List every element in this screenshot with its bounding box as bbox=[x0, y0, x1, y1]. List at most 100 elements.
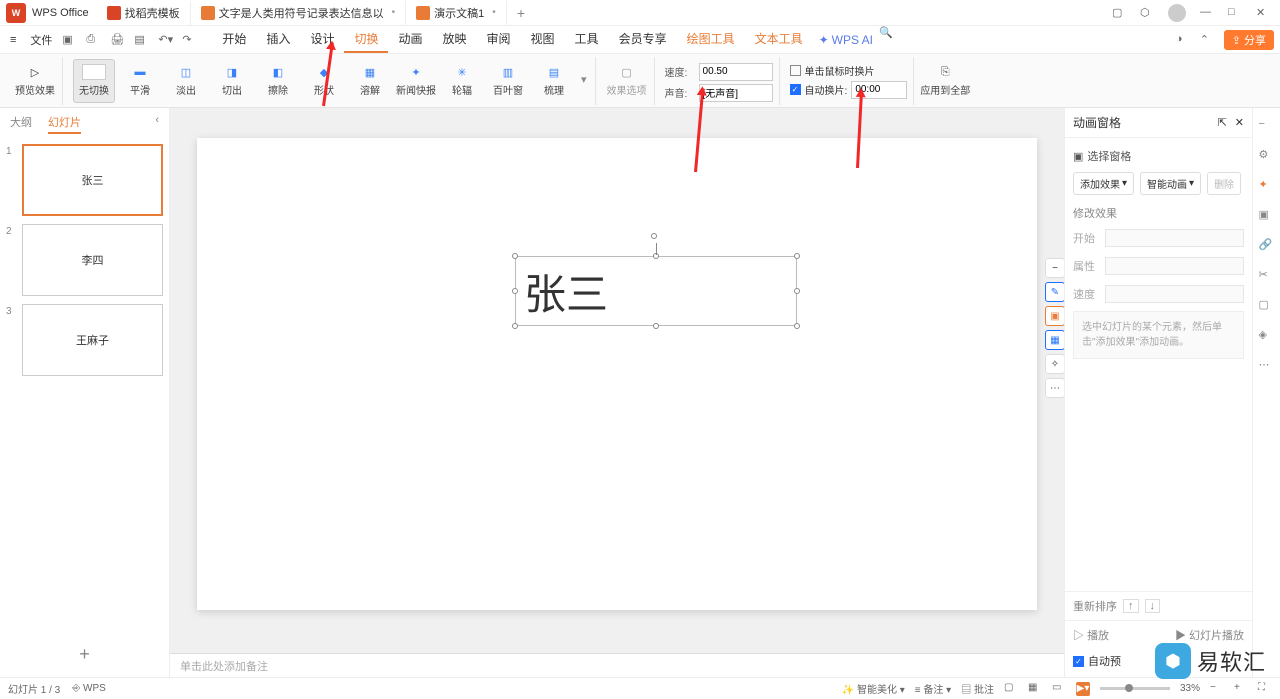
add-slide-button[interactable]: + bbox=[0, 632, 169, 677]
strip-template-icon[interactable]: ◈ bbox=[1259, 328, 1275, 344]
transition-blinds[interactable]: ▥百叶窗 bbox=[487, 59, 529, 103]
resize-handle[interactable] bbox=[653, 323, 659, 329]
resize-handle[interactable] bbox=[794, 253, 800, 259]
tool-magic-icon[interactable]: ✧ bbox=[1045, 354, 1064, 374]
cube-icon[interactable]: ⬡ bbox=[1140, 6, 1154, 20]
strip-link-icon[interactable]: 🔗 bbox=[1259, 238, 1275, 254]
theme-icon[interactable]: ◑ bbox=[1176, 33, 1190, 47]
pin-icon[interactable]: ⇱ bbox=[1218, 116, 1227, 129]
menu-view[interactable]: 视图 bbox=[521, 26, 565, 53]
thumb-slide[interactable]: 王麻子 bbox=[22, 304, 163, 376]
slideshow-button[interactable]: ▶ 幻灯片播放 bbox=[1175, 627, 1244, 643]
collapse-ribbon-icon[interactable]: ⌃ bbox=[1200, 33, 1214, 47]
close-pane-icon[interactable]: ✕ bbox=[1235, 116, 1244, 129]
tab-document-1[interactable]: 文字是人类用符号记录表达信息以 • bbox=[191, 1, 407, 25]
export-icon[interactable]: ⎙ bbox=[86, 33, 100, 47]
rotate-handle[interactable] bbox=[651, 233, 657, 239]
hamburger-icon[interactable]: ≡ bbox=[6, 34, 20, 46]
apply-to-all-button[interactable]: ⎘应用到全部 bbox=[924, 59, 966, 103]
strip-minus-icon[interactable]: − bbox=[1259, 118, 1275, 134]
prop-start-select[interactable] bbox=[1105, 229, 1244, 247]
strip-settings-icon[interactable]: ⚙ bbox=[1259, 148, 1275, 164]
menu-start[interactable]: 开始 bbox=[212, 26, 256, 53]
add-effect-button[interactable]: 添加效果 ▾ bbox=[1073, 172, 1134, 195]
close-icon[interactable]: ✕ bbox=[1256, 6, 1270, 20]
resize-handle[interactable] bbox=[794, 288, 800, 294]
slide-thumb-3[interactable]: 3 王麻子 bbox=[6, 304, 163, 376]
speed-input[interactable] bbox=[699, 63, 773, 81]
transition-none[interactable]: 无切换 bbox=[73, 59, 115, 103]
strip-slide-icon[interactable]: ▢ bbox=[1259, 298, 1275, 314]
selection-pane-link[interactable]: ▣ 选择窗格 bbox=[1073, 146, 1244, 166]
menu-member[interactable]: 会员专享 bbox=[609, 26, 677, 53]
user-avatar[interactable] bbox=[1168, 4, 1186, 22]
textbox-text[interactable]: 张三 bbox=[516, 257, 796, 326]
transition-more-icon[interactable]: ▾ bbox=[579, 59, 589, 86]
maximize-icon[interactable]: □ bbox=[1228, 6, 1242, 20]
thumb-slide[interactable]: 张三 bbox=[22, 144, 163, 216]
tab-document-2[interactable]: 演示文稿1 • bbox=[406, 1, 507, 25]
slides-tab[interactable]: 幻灯片 bbox=[48, 114, 81, 134]
view-reading-icon[interactable]: ▭ bbox=[1052, 682, 1066, 696]
slide-thumb-2[interactable]: 2 李四 bbox=[6, 224, 163, 296]
print-icon[interactable]: 🖨 bbox=[110, 33, 124, 47]
notes-pane[interactable]: 单击此处添加备注 bbox=[170, 653, 1064, 677]
prop-speed-select[interactable] bbox=[1105, 285, 1244, 303]
effect-options-button[interactable]: ▢效果选项 bbox=[606, 59, 648, 103]
zoom-plus-icon[interactable]: + bbox=[1234, 682, 1248, 696]
smart-anim-button[interactable]: 智能动画 ▾ bbox=[1140, 172, 1201, 195]
title-textbox[interactable]: 张三 bbox=[515, 256, 797, 326]
transition-morph[interactable]: ▬平滑 bbox=[119, 59, 161, 103]
share-button[interactable]: ⇪ 分享 bbox=[1224, 30, 1274, 50]
tool-pen-icon[interactable]: ✎ bbox=[1045, 282, 1064, 302]
menu-draw-tools[interactable]: 绘图工具 bbox=[677, 26, 745, 53]
menu-text-tools[interactable]: 文本工具 bbox=[745, 26, 813, 53]
menu-slideshow[interactable]: 放映 bbox=[433, 26, 477, 53]
file-menu[interactable]: 文件 bbox=[30, 32, 52, 48]
autopreview-checkbox[interactable]: ✓ bbox=[1073, 656, 1084, 667]
transition-dissolve[interactable]: ▦溶解 bbox=[349, 59, 391, 103]
add-tab-button[interactable]: + bbox=[507, 5, 535, 21]
view-normal-icon[interactable]: ▢ bbox=[1004, 682, 1018, 696]
tool-more-icon[interactable]: ⋯ bbox=[1045, 378, 1064, 398]
resize-handle[interactable] bbox=[512, 288, 518, 294]
menu-insert[interactable]: 插入 bbox=[256, 26, 300, 53]
slide-thumb-1[interactable]: 1 张三 bbox=[6, 144, 163, 216]
thumb-slide[interactable]: 李四 bbox=[22, 224, 163, 296]
view-sorter-icon[interactable]: ▦ bbox=[1028, 682, 1042, 696]
tab-templates[interactable]: 找稻壳模板 bbox=[97, 1, 191, 25]
tool-paint-icon[interactable]: ▣ bbox=[1045, 306, 1064, 326]
fit-icon[interactable]: ⛶ bbox=[1258, 682, 1272, 696]
transition-wipe[interactable]: ◧擦除 bbox=[257, 59, 299, 103]
beautify-button[interactable]: ✨ 智能美化 ▾ bbox=[842, 681, 905, 696]
outline-tab[interactable]: 大纲 bbox=[10, 114, 32, 134]
view-slideshow-icon[interactable]: ▶▾ bbox=[1076, 682, 1090, 696]
strip-layers-icon[interactable]: ▣ bbox=[1259, 208, 1275, 224]
slide-canvas[interactable]: 张三 − ✎ ▣ ▦ ✧ ⋯ bbox=[197, 138, 1037, 610]
canvas-scroll[interactable]: 张三 − ✎ ▣ ▦ ✧ ⋯ bbox=[170, 108, 1064, 653]
prop-attr-select[interactable] bbox=[1105, 257, 1244, 275]
menu-animation[interactable]: 动画 bbox=[388, 26, 432, 53]
auto-advance-checkbox[interactable]: ✓ bbox=[790, 84, 801, 95]
transition-comb[interactable]: ▤梳理 bbox=[533, 59, 575, 103]
redo-icon[interactable]: ↷ bbox=[182, 33, 196, 47]
transition-fade[interactable]: ◫淡出 bbox=[165, 59, 207, 103]
menu-design[interactable]: 设计 bbox=[300, 26, 344, 53]
search-icon[interactable]: 🔍 bbox=[879, 26, 893, 40]
save-icon[interactable]: ▣ bbox=[62, 33, 76, 47]
preview-effect-button[interactable]: ▷ 预览效果 bbox=[14, 59, 56, 103]
transition-cut[interactable]: ◨切出 bbox=[211, 59, 253, 103]
window-restore-icon[interactable]: ▢ bbox=[1112, 6, 1126, 20]
menu-tools[interactable]: 工具 bbox=[565, 26, 609, 53]
strip-more-icon[interactable]: ⋯ bbox=[1259, 358, 1275, 374]
notes-toggle[interactable]: ≡ 备注 ▾ bbox=[915, 681, 951, 696]
tool-minus-icon[interactable]: − bbox=[1045, 258, 1064, 278]
delete-effect-button[interactable]: 删除 bbox=[1207, 172, 1241, 195]
collapse-thumbs-icon[interactable]: ‹ bbox=[155, 114, 159, 134]
zoom-value[interactable]: 33% bbox=[1180, 683, 1200, 694]
resize-handle[interactable] bbox=[512, 253, 518, 259]
play-anim-button[interactable]: ▷ 播放 bbox=[1073, 627, 1109, 643]
tool-layout-icon[interactable]: ▦ bbox=[1045, 330, 1064, 350]
click-advance-checkbox[interactable] bbox=[790, 65, 801, 76]
menu-review[interactable]: 审阅 bbox=[477, 26, 521, 53]
